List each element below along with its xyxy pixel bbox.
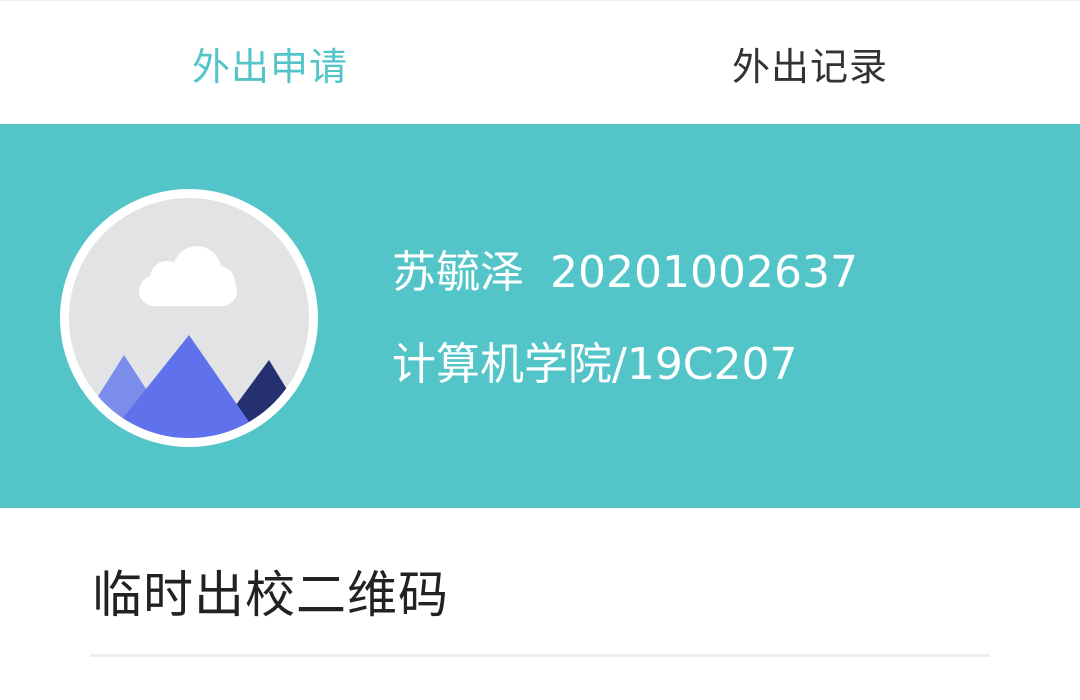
student-department-class: 计算机学院/19C207 bbox=[392, 339, 798, 390]
student-name: 苏毓泽 bbox=[392, 247, 524, 298]
tab-outing-records[interactable]: 外出记录 bbox=[540, 1, 1080, 125]
tab-bar: 外出申请 外出记录 bbox=[0, 0, 1080, 125]
profile-name-id: 苏毓泽 20201002637 bbox=[392, 236, 858, 300]
avatar bbox=[60, 189, 318, 447]
tab-outing-application[interactable]: 外出申请 bbox=[0, 1, 540, 125]
divider bbox=[90, 654, 990, 657]
section-title: 临时出校二维码 bbox=[92, 566, 449, 624]
image-placeholder-icon bbox=[69, 198, 309, 438]
student-id: 20201002637 bbox=[550, 247, 858, 298]
profile-card: 苏毓泽 20201002637 计算机学院/19C207 bbox=[0, 124, 1080, 508]
